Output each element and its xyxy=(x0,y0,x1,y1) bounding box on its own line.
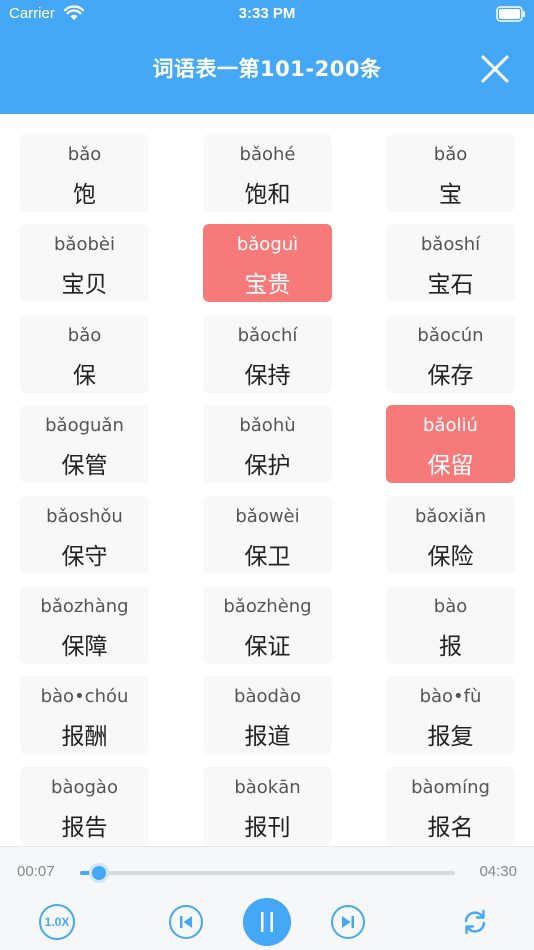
word-card[interactable]: bàodào 报道 xyxy=(203,676,332,755)
word-pinyin: bǎohé xyxy=(239,144,296,165)
word-pinyin: bǎochí xyxy=(237,324,298,346)
word-pinyin: bǎobèi xyxy=(54,234,115,256)
word-hanzi: 宝石 xyxy=(427,272,474,299)
word-pinyin: bǎoxiǎn xyxy=(414,505,486,527)
word-hanzi: 保护 xyxy=(244,453,291,480)
word-pinyin: bǎoguǎn xyxy=(45,415,124,437)
word-pinyin: bǎoliú xyxy=(423,415,478,437)
word-pinyin: bǎo xyxy=(67,144,102,165)
word-hanzi: 保证 xyxy=(244,634,291,660)
word-pinyin: bàogào xyxy=(51,776,118,798)
word-hanzi: 保障 xyxy=(61,634,108,660)
word-card[interactable]: bǎohù 保护 xyxy=(203,405,332,484)
clock: 3:33 PM xyxy=(238,5,296,22)
word-card[interactable]: bǎowèi 保卫 xyxy=(203,495,332,574)
word-pinyin: bǎohù xyxy=(239,415,296,437)
current-time: 00:07 xyxy=(17,863,55,880)
word-hanzi: 报刊 xyxy=(244,814,291,841)
word-card[interactable]: bǎohé 饱和 xyxy=(203,134,332,212)
word-card[interactable]: bàomíng 报名 xyxy=(386,766,515,845)
word-hanzi: 保 xyxy=(73,362,96,389)
word-card[interactable]: bǎoxiǎn 保险 xyxy=(386,495,515,574)
word-card[interactable]: bào 报 xyxy=(386,586,515,664)
word-card[interactable]: bǎoguì 宝贵 xyxy=(203,224,332,303)
word-card[interactable]: bào•fù 报复 xyxy=(386,676,515,755)
word-card[interactable]: bào•chóu 报酬 xyxy=(20,676,149,755)
word-pinyin: bǎo xyxy=(67,324,102,346)
status-bar: Carrier 3:33 PM xyxy=(0,0,534,28)
total-time: 04:30 xyxy=(479,863,517,880)
page-title: 词语表一第101-200条 xyxy=(152,57,382,81)
word-card[interactable]: bǎoshí 宝石 xyxy=(386,224,515,303)
word-card[interactable]: bǎozhèng 保证 xyxy=(203,586,332,664)
skip-next-icon[interactable] xyxy=(330,904,366,940)
word-card[interactable]: bǎochí 保持 xyxy=(203,314,332,393)
word-hanzi: 饱 xyxy=(73,182,96,208)
word-pinyin: bǎoshǒu xyxy=(46,505,123,527)
word-hanzi: 报 xyxy=(439,634,462,660)
word-pinyin: bǎocún xyxy=(417,324,484,346)
word-pinyin: bǎoguì xyxy=(236,234,299,256)
battery-icon xyxy=(496,6,525,22)
word-card[interactable]: bàogào 报告 xyxy=(20,766,149,845)
word-hanzi: 保卫 xyxy=(244,543,291,570)
word-pinyin: bǎoshí xyxy=(420,234,481,256)
word-pinyin: bào•fù xyxy=(419,686,482,708)
word-card[interactable]: bàokān 报刊 xyxy=(203,766,332,845)
word-hanzi: 保持 xyxy=(244,362,291,389)
word-card[interactable]: bǎo 宝 xyxy=(386,134,515,212)
word-hanzi: 饱和 xyxy=(244,182,291,208)
word-pinyin: bào•chóu xyxy=(40,686,129,708)
pause-icon[interactable] xyxy=(243,898,291,946)
word-card[interactable]: bǎoshǒu 保守 xyxy=(20,495,149,574)
word-card[interactable]: bǎocún 保存 xyxy=(386,314,515,393)
progress-slider[interactable] xyxy=(80,863,455,883)
word-pinyin: bàomíng xyxy=(411,776,490,798)
word-pinyin: bǎozhèng xyxy=(223,596,312,617)
word-card[interactable]: bǎoguǎn 保管 xyxy=(20,405,149,484)
close-icon[interactable] xyxy=(478,52,512,86)
progress-thumb[interactable] xyxy=(88,863,109,883)
word-pinyin: bàokān xyxy=(234,776,301,798)
word-pinyin: bàodào xyxy=(234,686,301,708)
word-hanzi: 宝 xyxy=(439,182,462,208)
word-hanzi: 保留 xyxy=(427,453,474,480)
word-card[interactable]: bǎozhàng 保障 xyxy=(20,586,149,664)
repeat-icon[interactable] xyxy=(460,907,490,937)
word-hanzi: 宝贵 xyxy=(244,272,291,299)
word-hanzi: 报道 xyxy=(244,724,291,751)
word-hanzi: 保守 xyxy=(61,543,108,570)
word-hanzi: 报名 xyxy=(427,814,474,841)
word-hanzi: 保管 xyxy=(61,453,108,480)
word-card[interactable]: bǎobèi 宝贝 xyxy=(20,224,149,303)
word-grid: bǎo 饱 bǎohé 饱和 bǎo 宝 bǎobèi 宝贝 bǎoguì 宝贵 bǎoshí 宝石 b… xyxy=(0,130,534,846)
audio-player: 00:07 04:30 1.0X xyxy=(0,846,534,950)
word-hanzi: 宝贝 xyxy=(61,272,108,299)
word-hanzi: 保险 xyxy=(427,543,474,570)
skip-previous-icon[interactable] xyxy=(168,904,204,940)
word-card[interactable]: bǎo 饱 xyxy=(20,134,149,212)
word-pinyin: bǎozhàng xyxy=(40,596,129,617)
word-pinyin: bào xyxy=(433,596,468,617)
word-hanzi: 报复 xyxy=(427,724,474,751)
word-hanzi: 报告 xyxy=(61,814,108,841)
app-header: Carrier 3:33 PM 词语表一第101-200条 xyxy=(0,0,534,114)
word-card[interactable]: bǎoliú 保留 xyxy=(386,405,515,484)
word-pinyin: bǎowèi xyxy=(235,505,300,527)
word-pinyin: bǎo xyxy=(433,144,468,165)
word-hanzi: 报酬 xyxy=(61,724,108,751)
word-card[interactable]: bǎo 保 xyxy=(20,314,149,393)
speed-button[interactable]: 1.0X xyxy=(39,904,75,940)
word-hanzi: 保存 xyxy=(427,362,474,389)
